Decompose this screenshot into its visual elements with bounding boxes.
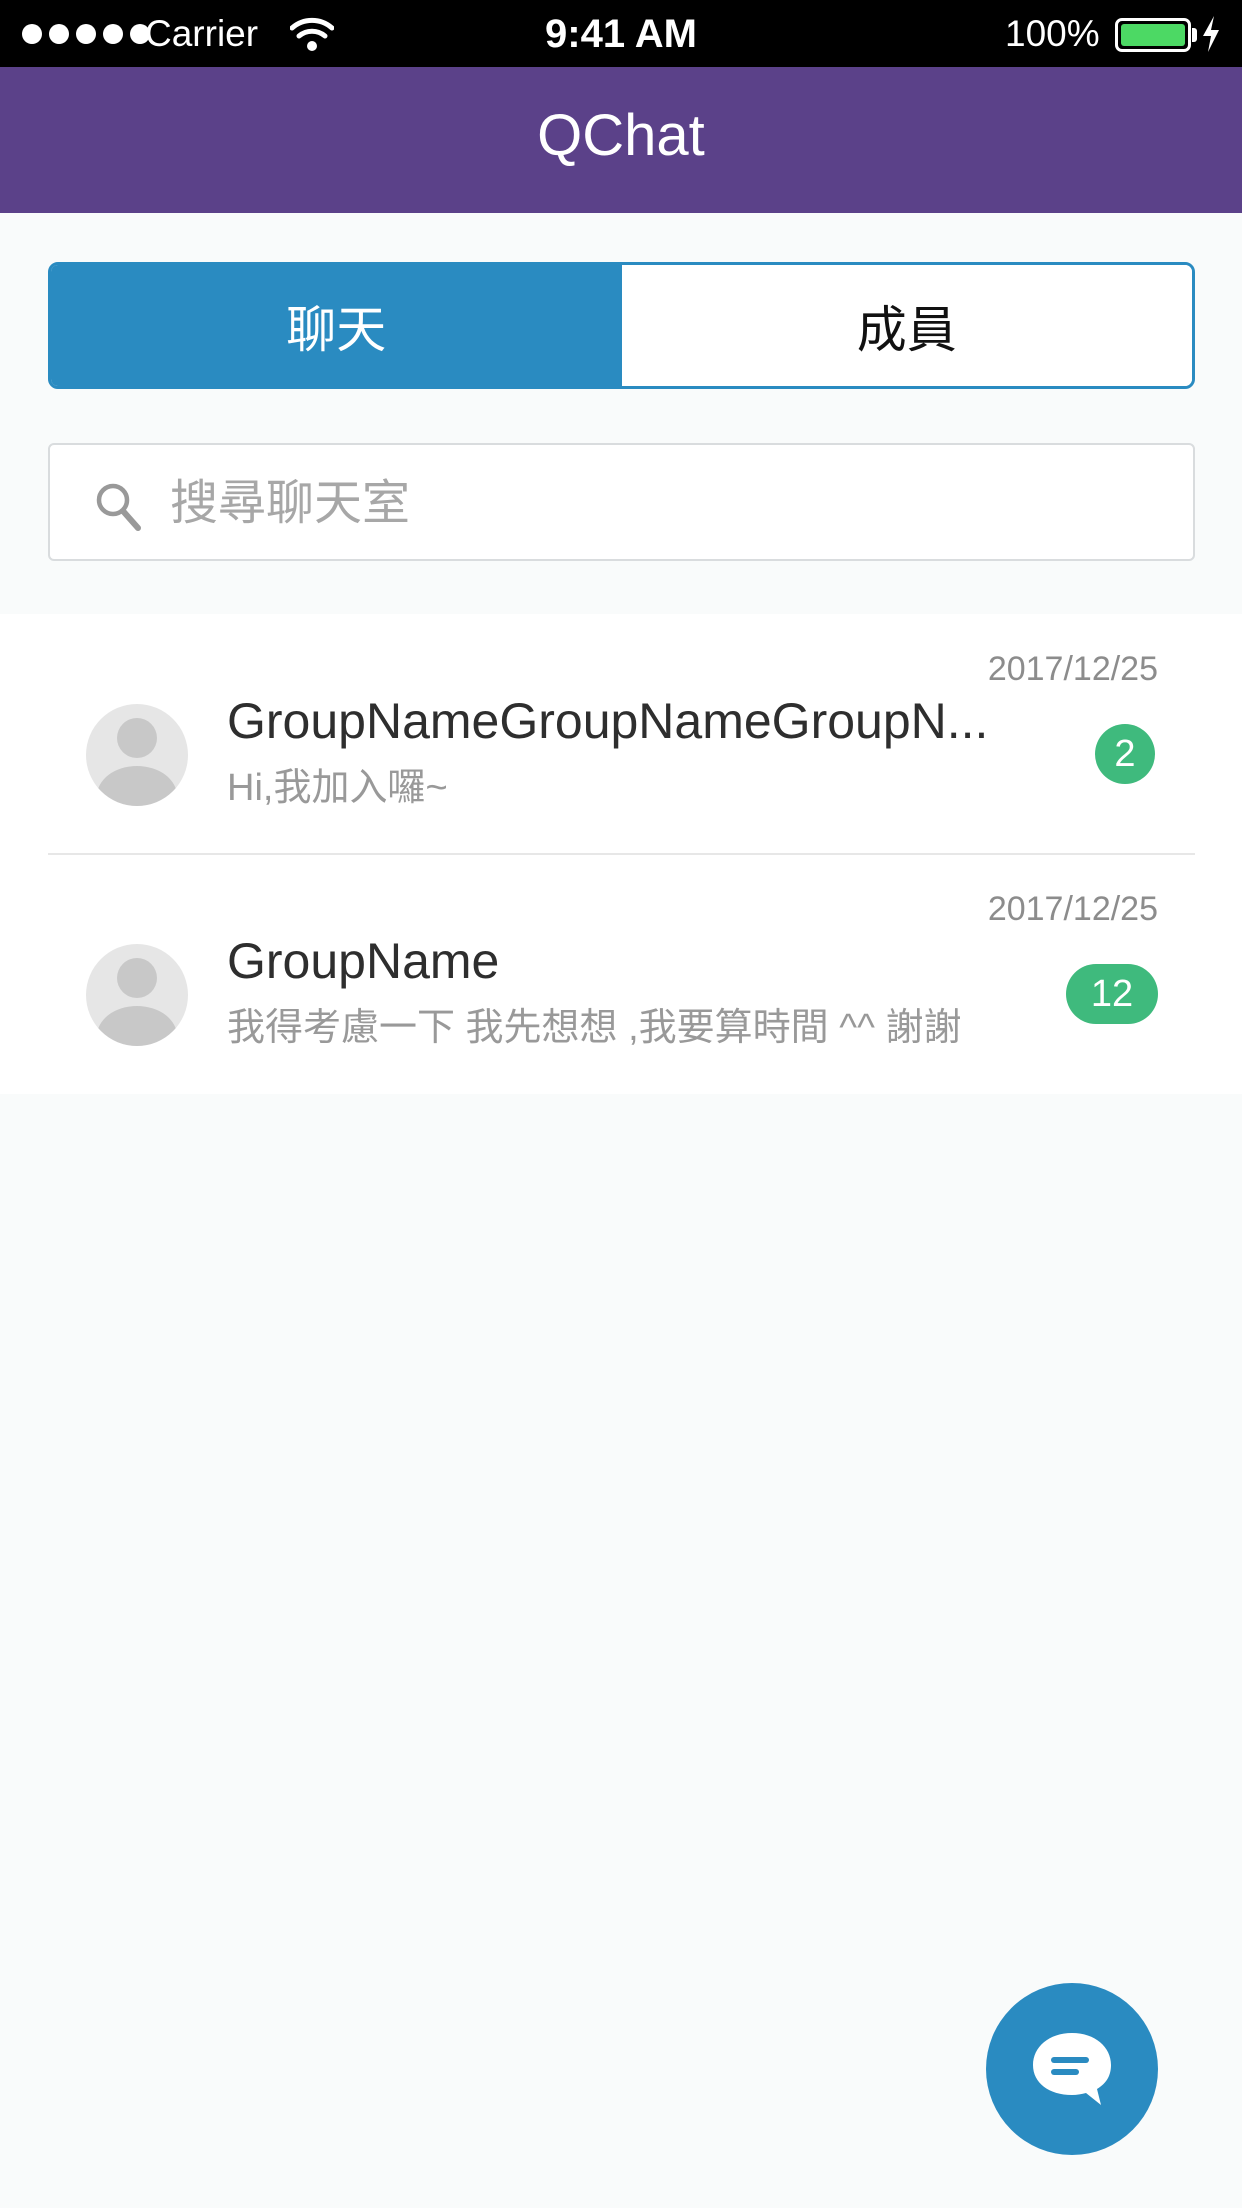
chat-date: 2017/12/25 (987, 890, 1158, 928)
charging-bolt-icon (1200, 14, 1222, 59)
chat-last-message: 我得考慮一下 我先想想 ,我要算時間 ^^ 謝謝 (227, 1007, 962, 1049)
navigation-bar: QChat (0, 67, 1242, 213)
battery-percentage: 100% (1005, 13, 1100, 54)
chat-group-name: GroupName (227, 933, 500, 989)
chat-bubble-icon (1033, 2033, 1111, 2105)
battery-icon (1115, 18, 1191, 52)
avatar-placeholder-icon (86, 944, 188, 1046)
tab-members[interactable]: 成員 (621, 265, 1192, 386)
search-icon (94, 481, 142, 538)
avatar-placeholder-icon (86, 704, 188, 806)
chat-date: 2017/12/25 (987, 650, 1158, 688)
new-chat-button[interactable] (986, 1983, 1158, 2155)
chat-list-item[interactable]: 2017/12/25 GroupName 我得考慮一下 我先想想 ,我要算時間 … (0, 854, 1242, 1094)
unread-badge: 12 (1066, 964, 1158, 1024)
tab-chats[interactable]: 聊天 (51, 265, 622, 386)
chat-last-message: Hi,我加入囉~ (227, 767, 448, 809)
app-title: QChat (537, 103, 705, 168)
chat-list: 2017/12/25 GroupNameGroupNameGroupN... H… (0, 614, 1242, 1094)
segmented-control: 聊天 成員 (48, 262, 1195, 389)
status-bar: Carrier 9:41 AM 100% (0, 0, 1242, 67)
unread-badge: 2 (1095, 724, 1155, 784)
chat-group-name: GroupNameGroupNameGroupN... (227, 693, 989, 749)
chat-list-item[interactable]: 2017/12/25 GroupNameGroupNameGroupN... H… (0, 614, 1242, 855)
battery-tip (1192, 28, 1197, 42)
search-input[interactable] (170, 465, 1150, 541)
search-bar[interactable] (48, 443, 1195, 561)
